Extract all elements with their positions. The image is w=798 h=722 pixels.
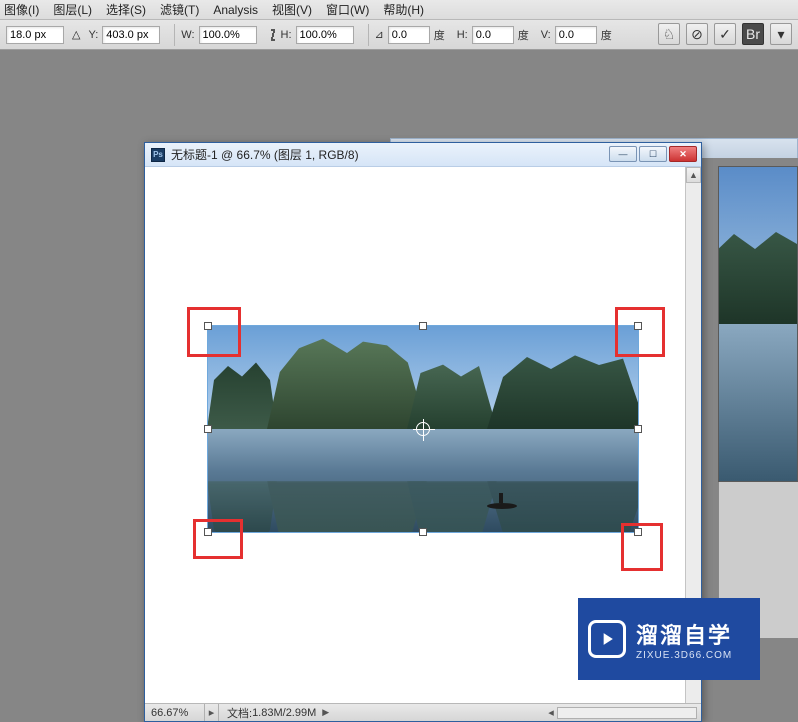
docinfo-label: 文档:: [227, 705, 252, 721]
angle-input[interactable]: [388, 26, 430, 44]
h-input[interactable]: [296, 26, 354, 44]
h-label: H:: [281, 29, 292, 41]
layer-image[interactable]: [207, 325, 639, 533]
annotation-box-top-right: [615, 307, 665, 357]
minimize-button[interactable]: —: [609, 146, 637, 162]
reference-image: [718, 166, 798, 482]
x-field: [6, 26, 64, 44]
annotation-box-bottom-left: [193, 519, 243, 559]
document-info[interactable]: 文档: 1.83M/2.99M ▶: [219, 705, 545, 721]
annotation-box-bottom-right: [621, 523, 663, 571]
close-button[interactable]: ✕: [669, 146, 697, 162]
link-wh-icon[interactable]: [267, 28, 279, 42]
scroll-up-icon[interactable]: ▲: [686, 167, 701, 183]
skew-v-field: V: 度: [541, 26, 616, 44]
menu-bar: 图像(I) 图层(L) 选择(S) 滤镜(T) Analysis 视图(V) 窗…: [0, 0, 798, 20]
cancel-transform-button[interactable]: ⊘: [686, 23, 708, 45]
w-label: W:: [181, 29, 194, 41]
menu-help[interactable]: 帮助(H): [383, 1, 424, 18]
angle-icon: ⊿: [375, 28, 384, 41]
w-field: W:: [181, 26, 256, 44]
menu-select[interactable]: 选择(S): [106, 1, 146, 18]
zoom-menu-icon[interactable]: ▸: [205, 704, 219, 721]
menu-layer[interactable]: 图层(L): [53, 1, 92, 18]
status-bar: 66.67% ▸ 文档: 1.83M/2.99M ▶ ◂: [145, 703, 701, 721]
banner-title: 溜溜自学: [636, 618, 732, 650]
watermark-banner: 溜溜自学 ZIXUE.3D66.COM: [578, 598, 760, 680]
workspace-menu-button[interactable]: ▾: [770, 23, 792, 45]
boat-detail: [487, 503, 517, 509]
h-field: H:: [281, 26, 354, 44]
skew-h-input[interactable]: [472, 26, 514, 44]
scroll-left-icon[interactable]: ◂: [545, 706, 557, 719]
skew-v-label: V:: [541, 29, 551, 41]
separator: [174, 24, 175, 46]
menu-view[interactable]: 视图(V): [272, 1, 312, 18]
menu-window[interactable]: 窗口(W): [326, 1, 369, 18]
options-right-group: ♘ ⊘ ✓ Br ▾: [658, 23, 792, 45]
title-bar[interactable]: Ps 无标题-1 @ 66.7% (图层 1, RGB/8) — ☐ ✕: [145, 143, 701, 167]
anchor-icon[interactable]: △: [72, 28, 80, 41]
skew-h-field: H: 度: [457, 26, 533, 44]
w-input[interactable]: [199, 26, 257, 44]
workspace: Ps 无标题-1 @ 66.7% (图层 1, RGB/8) — ☐ ✕: [0, 50, 798, 696]
docinfo-menu-icon[interactable]: ▶: [322, 707, 329, 718]
y-field: Y:: [88, 26, 160, 44]
bridge-button[interactable]: Br: [742, 23, 764, 45]
skew-v-unit: 度: [601, 27, 612, 43]
separator: [368, 24, 369, 46]
y-input[interactable]: [102, 26, 160, 44]
horizontal-scrollbar[interactable]: [557, 707, 697, 719]
maximize-button[interactable]: ☐: [639, 146, 667, 162]
y-label: Y:: [88, 29, 98, 41]
angle-field: ⊿ 度: [375, 26, 449, 44]
warp-mode-button[interactable]: ♘: [658, 23, 680, 45]
window-buttons: — ☐ ✕: [609, 146, 697, 162]
document-title: 无标题-1 @ 66.7% (图层 1, RGB/8): [171, 146, 359, 163]
menu-analysis[interactable]: Analysis: [213, 3, 258, 17]
commit-transform-button[interactable]: ✓: [714, 23, 736, 45]
menu-filter[interactable]: 滤镜(T): [160, 1, 199, 18]
annotation-box-top-left: [187, 307, 241, 357]
options-bar: △ Y: W: H: ⊿ 度 H: 度 V: 度 ♘ ⊘ ✓ Br ▾: [0, 20, 798, 50]
x-input[interactable]: [6, 26, 64, 44]
docinfo-value: 1.83M/2.99M: [252, 707, 316, 719]
ps-icon: Ps: [151, 148, 165, 162]
skew-v-input[interactable]: [555, 26, 597, 44]
zoom-level[interactable]: 66.67%: [145, 704, 205, 721]
banner-subtitle: ZIXUE.3D66.COM: [636, 650, 732, 661]
skew-h-label: H:: [457, 29, 468, 41]
play-logo-icon: [588, 620, 626, 658]
menu-image[interactable]: 图像(I): [4, 1, 39, 18]
angle-unit: 度: [434, 27, 445, 43]
skew-h-unit: 度: [518, 27, 529, 43]
